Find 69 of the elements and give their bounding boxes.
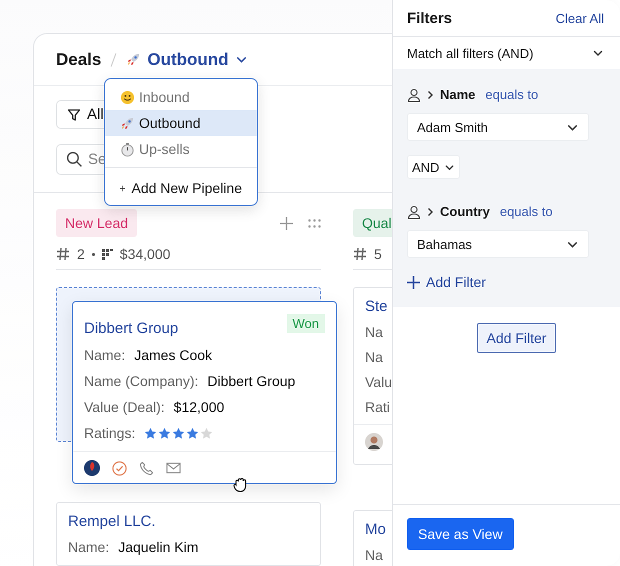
chevron-right-icon	[426, 206, 435, 216]
phone-icon[interactable]	[139, 460, 154, 476]
field-label: Value (Deal):	[84, 399, 165, 415]
value-select[interactable]: Adam Smith	[407, 113, 589, 141]
smiley-icon	[120, 90, 135, 104]
stopwatch-icon	[120, 142, 135, 156]
filter-field: Name	[440, 87, 476, 102]
pipeline-selector[interactable]: Outbound	[126, 50, 248, 70]
deal-title: Rempel LLC.	[68, 513, 157, 530]
plus-icon	[407, 276, 420, 288]
star-icon	[144, 426, 158, 440]
deal-card[interactable]: Rempel LLC. Name: Jaquelin Kim	[56, 502, 321, 566]
deal-title: Ste	[365, 298, 389, 315]
search-icon	[66, 151, 83, 168]
stage-tag: New Lead	[56, 209, 138, 237]
mail-icon[interactable]	[166, 462, 181, 474]
field-label: Na	[365, 349, 383, 365]
deal-count: 2	[77, 246, 85, 262]
field-value: $12,000	[174, 399, 224, 415]
filter-icon	[67, 108, 81, 122]
field-value: Dibbert Group	[207, 373, 296, 389]
filter-field: Country	[440, 204, 490, 219]
rocket-icon	[120, 116, 135, 130]
total-amount: $34,000	[120, 246, 170, 262]
match-mode-select[interactable]: Match all filters (AND)	[393, 37, 620, 69]
panel-title: Filters	[407, 10, 452, 26]
hash-icon	[353, 247, 367, 261]
star-icon	[158, 426, 172, 440]
operator-link[interactable]: equals to	[485, 87, 538, 102]
deal-count: 5	[374, 246, 382, 262]
add-filter-link[interactable]: Add Filter	[407, 274, 486, 290]
logic-select[interactable]: AND	[407, 155, 460, 179]
field-label: Na	[365, 547, 383, 563]
field-label: Name:	[84, 347, 126, 363]
person-icon	[407, 204, 421, 218]
field-value: James Cook	[134, 347, 212, 363]
operator-link[interactable]: equals to	[500, 204, 553, 219]
page-title: Deals	[56, 50, 102, 70]
chevron-right-icon	[426, 90, 435, 100]
rocket-icon	[126, 52, 142, 67]
field-value: Jaquelin Kim	[118, 539, 198, 555]
add-pipeline-option[interactable]: Add New Pipeline	[105, 175, 257, 201]
grid-icon	[102, 248, 113, 260]
value-select[interactable]: Bahamas	[407, 230, 589, 258]
star-icon	[172, 426, 186, 440]
add-filter-button[interactable]: Add Filter	[476, 323, 556, 353]
save-view-button[interactable]: Save as View	[407, 518, 514, 550]
clear-all-link[interactable]: Clear All	[556, 10, 604, 26]
check-circle-icon[interactable]	[112, 460, 127, 476]
plus-icon[interactable]	[280, 216, 293, 230]
person-icon	[407, 88, 421, 102]
star-icon	[186, 426, 200, 440]
field-label: Name:	[68, 539, 110, 555]
field-label: Ratings:	[84, 425, 136, 441]
status-tag: Won	[286, 314, 325, 333]
hash-icon	[56, 247, 70, 261]
dragged-deal-card[interactable]: Dibbert Group Won Name: James Cook Name (Company): Dibbert Group Value (Deal): $12,000 Ratings:	[72, 301, 337, 484]
pipeline-option[interactable]: Outbound	[105, 110, 257, 136]
field-label: Name (Company):	[84, 373, 198, 389]
field-label: Rati	[365, 399, 390, 415]
field-label: Na	[365, 324, 383, 340]
deal-title: Mo	[365, 521, 387, 538]
avatar-icon	[84, 460, 100, 476]
star-icon	[200, 426, 214, 440]
deal-title: Dibbert Group	[84, 320, 178, 337]
field-label: Valu	[365, 374, 392, 390]
separator-dot	[92, 252, 95, 256]
grip-icon[interactable]	[308, 218, 321, 228]
pipeline-option[interactable]: Up-sells	[105, 136, 257, 162]
